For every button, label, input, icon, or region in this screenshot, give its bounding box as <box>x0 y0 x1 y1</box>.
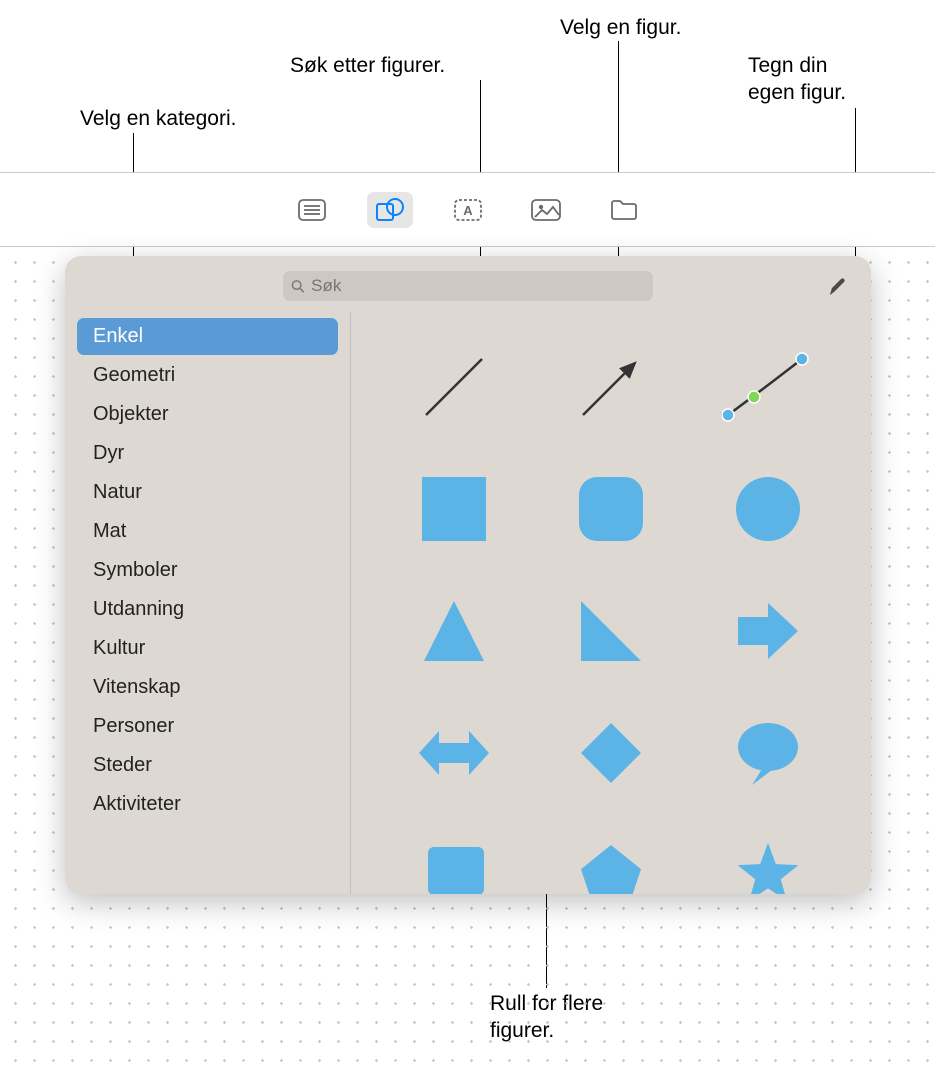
search-field[interactable] <box>283 271 653 301</box>
shape-circle[interactable] <box>718 459 818 559</box>
pen-icon <box>826 275 848 297</box>
search-icon <box>291 279 305 294</box>
sidebar-item-geometri[interactable]: Geometri <box>77 357 338 394</box>
sidebar-item-personer[interactable]: Personer <box>77 708 338 745</box>
shape-square[interactable] <box>404 459 504 559</box>
callout-draw-l2: egen figur. <box>748 81 846 104</box>
toolbar-text-button[interactable]: A <box>445 192 491 228</box>
shapes-icon <box>375 197 405 223</box>
sidebar-item-mat[interactable]: Mat <box>77 513 338 550</box>
textbox-icon: A <box>453 198 483 222</box>
sidebar-item-aktiviteter[interactable]: Aktiviteter <box>77 786 338 823</box>
category-sidebar: EnkelGeometriObjekterDyrNaturMatSymboler… <box>65 312 351 894</box>
sidebar-item-steder[interactable]: Steder <box>77 747 338 784</box>
shape-rounded-square[interactable] <box>561 459 661 559</box>
callout-pick-shape: Velg en figur. <box>560 14 681 41</box>
draw-shape-button[interactable] <box>821 270 853 302</box>
shape-star[interactable] <box>718 825 818 894</box>
callout-draw-l1: Tegn din <box>748 54 827 77</box>
sidebar-item-symboler[interactable]: Symboler <box>77 552 338 589</box>
toolbar-list-button[interactable] <box>289 192 335 228</box>
shape-pentagon[interactable] <box>561 825 661 894</box>
shape-diamond[interactable] <box>561 703 661 803</box>
sidebar-item-natur[interactable]: Natur <box>77 474 338 511</box>
shape-curve[interactable] <box>718 337 818 437</box>
toolbar-shapes-button[interactable] <box>367 192 413 228</box>
shape-grid[interactable] <box>351 312 871 894</box>
image-icon <box>530 198 562 222</box>
search-row <box>65 256 871 312</box>
toolbar-media-button[interactable] <box>523 192 569 228</box>
shape-triangle[interactable] <box>404 581 504 681</box>
search-input[interactable] <box>311 276 645 296</box>
callout-category: Velg en kategori. <box>80 105 236 132</box>
sidebar-item-utdanning[interactable]: Utdanning <box>77 591 338 628</box>
shape-arrow-line[interactable] <box>561 337 661 437</box>
shape-right-triangle[interactable] <box>561 581 661 681</box>
shapes-popover: EnkelGeometriObjekterDyrNaturMatSymboler… <box>65 256 871 894</box>
list-icon <box>298 199 326 221</box>
shape-arrow-right[interactable] <box>718 581 818 681</box>
callout-search: Søk etter figurer. <box>290 52 445 79</box>
toolbar: A <box>0 172 935 247</box>
sidebar-item-objekter[interactable]: Objekter <box>77 396 338 433</box>
shape-speech-bubble[interactable] <box>718 703 818 803</box>
callout-draw: Tegn din egen figur. <box>748 52 846 107</box>
shape-double-arrow[interactable] <box>404 703 504 803</box>
toolbar-folder-button[interactable] <box>601 192 647 228</box>
sidebar-item-enkel[interactable]: Enkel <box>77 318 338 355</box>
folder-icon <box>609 198 639 222</box>
sidebar-item-dyr[interactable]: Dyr <box>77 435 338 472</box>
sidebar-item-vitenskap[interactable]: Vitenskap <box>77 669 338 706</box>
svg-text:A: A <box>463 203 473 218</box>
shape-callout-rect[interactable] <box>404 825 504 894</box>
sidebar-item-kultur[interactable]: Kultur <box>77 630 338 667</box>
popover-main: EnkelGeometriObjekterDyrNaturMatSymboler… <box>65 312 871 894</box>
shape-line[interactable] <box>404 337 504 437</box>
